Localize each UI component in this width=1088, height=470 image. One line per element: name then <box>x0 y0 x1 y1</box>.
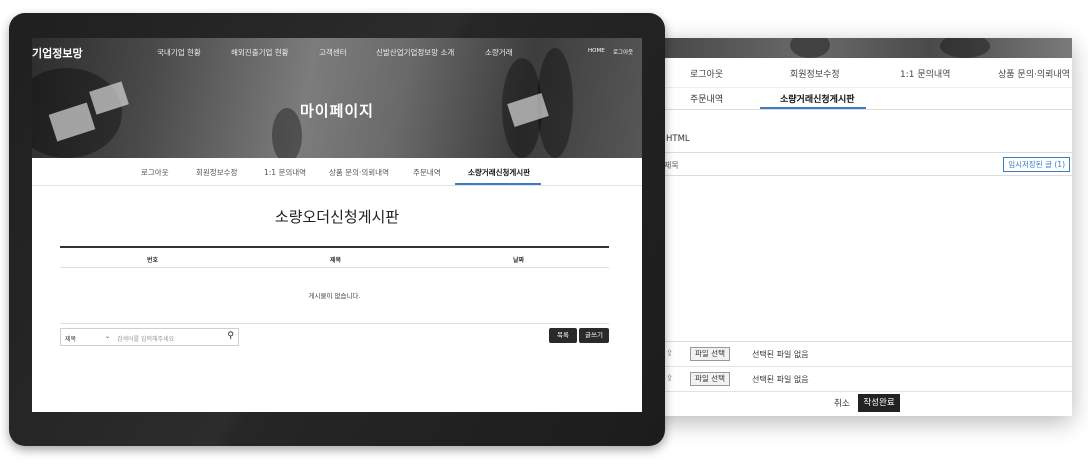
back-nav-logout[interactable]: 로그아웃 <box>690 67 723 80</box>
file-select-button-1[interactable]: 파일 선택 <box>690 347 730 361</box>
column-date: 날짜 <box>513 257 525 264</box>
board-list-screen: 기업정보망 국내기업 현황 해외진출기업 현황 고객센터 신발산업기업정보망 소… <box>32 38 642 412</box>
nav-small-trade[interactable]: 소량거래 <box>485 47 513 58</box>
nav-overseas-companies[interactable]: 해외진출기업 현황 <box>231 47 289 58</box>
search-icon[interactable]: ⚲ <box>227 331 234 341</box>
back-active-tab-indicator <box>760 107 866 109</box>
column-number: 번호 <box>147 257 159 264</box>
stage: 로그아웃 회원정보수정 1:1 문의내역 상품 문의·의뢰내역 주문내역 소량거… <box>0 0 1088 470</box>
column-title: 제목 <box>330 257 342 264</box>
nav-about[interactable]: 신발산업기업정보망 소개 <box>376 47 454 58</box>
nav-domestic-companies[interactable]: 국내기업 현황 <box>157 47 201 58</box>
submit-button[interactable]: 작성완료 <box>858 394 900 412</box>
page-title: 마이페이지 <box>299 102 374 120</box>
search-input[interactable]: 검색어를 입력해주세요 <box>117 334 174 343</box>
brand-logo[interactable]: 기업정보망 <box>32 45 83 61</box>
list-button[interactable]: 목록 <box>549 328 577 343</box>
file-attach-row-2: ⇪ 파일 선택 선택된 파일 없음 <box>660 368 1072 392</box>
file-status-1: 선택된 파일 없음 <box>752 350 809 359</box>
chevron-down-icon[interactable]: ⌄ <box>105 333 110 340</box>
subnav-inquiries[interactable]: 1:1 문의내역 <box>264 167 306 178</box>
back-nav-edit-profile[interactable]: 회원정보수정 <box>790 67 840 80</box>
back-nav-orders[interactable]: 주문내역 <box>690 92 723 105</box>
mypage-subnav: 로그아웃 회원정보수정 1:1 문의내역 상품 문의·의뢰내역 주문내역 소량거… <box>32 158 642 186</box>
back-nav-product-inquiries[interactable]: 상품 문의·의뢰내역 <box>998 67 1070 80</box>
subnav-orders[interactable]: 주문내역 <box>413 167 441 178</box>
subnav-product-inquiries[interactable]: 상품 문의·의뢰내역 <box>329 167 389 178</box>
back-nav-inquiries[interactable]: 1:1 문의내역 <box>900 67 950 80</box>
board-title: 소량오더신청게시판 <box>274 208 400 226</box>
nav-customer-center[interactable]: 고객센터 <box>319 47 347 58</box>
upload-icon: ⇪ <box>666 349 674 359</box>
write-form-window: 로그아웃 회원정보수정 1:1 문의내역 상품 문의·의뢰내역 주문내역 소량거… <box>600 38 1072 416</box>
table-header: 번호 제목 날짜 <box>60 246 609 268</box>
file-status-2: 선택된 파일 없음 <box>752 375 809 384</box>
content-editor[interactable] <box>660 178 1072 342</box>
home-link[interactable]: HOME <box>588 48 605 54</box>
temp-saved-posts-button[interactable]: 임시저장된 글 (1) <box>1003 157 1070 172</box>
hero-banner: 기업정보망 국내기업 현황 해외진출기업 현황 고객센터 신발산업기업정보망 소… <box>32 38 642 158</box>
cancel-button[interactable]: 취소 <box>834 397 850 409</box>
back-nav-small-trade-board[interactable]: 소량거래신청게시판 <box>780 92 855 105</box>
back-hero-banner <box>600 38 1072 58</box>
active-tab-indicator <box>455 183 541 185</box>
empty-message: 게시물이 없습니다. <box>60 268 609 324</box>
subnav-small-trade-board[interactable]: 소량거래신청게시판 <box>468 167 530 178</box>
upload-icon: ⇪ <box>666 374 674 384</box>
subnav-logout[interactable]: 로그아웃 <box>141 167 169 178</box>
title-field[interactable]: 제목 <box>664 160 679 171</box>
board-table: 번호 제목 날짜 게시물이 없습니다. <box>60 246 609 324</box>
file-attach-row-1: ⇪ 파일 선택 선택된 파일 없음 <box>660 343 1072 367</box>
subnav-edit-profile[interactable]: 회원정보수정 <box>196 167 237 178</box>
search-bar: 제목 ⌄ 검색어를 입력해주세요 ⚲ <box>60 328 239 346</box>
logout-link[interactable]: 로그아웃 <box>613 48 633 56</box>
top-navigation: 기업정보망 국내기업 현황 해외진출기업 현황 고객센터 신발산업기업정보망 소… <box>32 38 642 66</box>
back-subnav-row1: 로그아웃 회원정보수정 1:1 문의내역 상품 문의·의뢰내역 <box>600 58 1072 88</box>
file-select-button-2[interactable]: 파일 선택 <box>690 372 730 386</box>
search-field-select[interactable]: 제목 <box>65 334 76 343</box>
write-button[interactable]: 글쓰기 <box>579 328 609 343</box>
title-input-row: 제목 임시저장된 글 (1) <box>660 152 1072 176</box>
back-subnav-row2: 주문내역 소량거래신청게시판 <box>600 88 1072 110</box>
